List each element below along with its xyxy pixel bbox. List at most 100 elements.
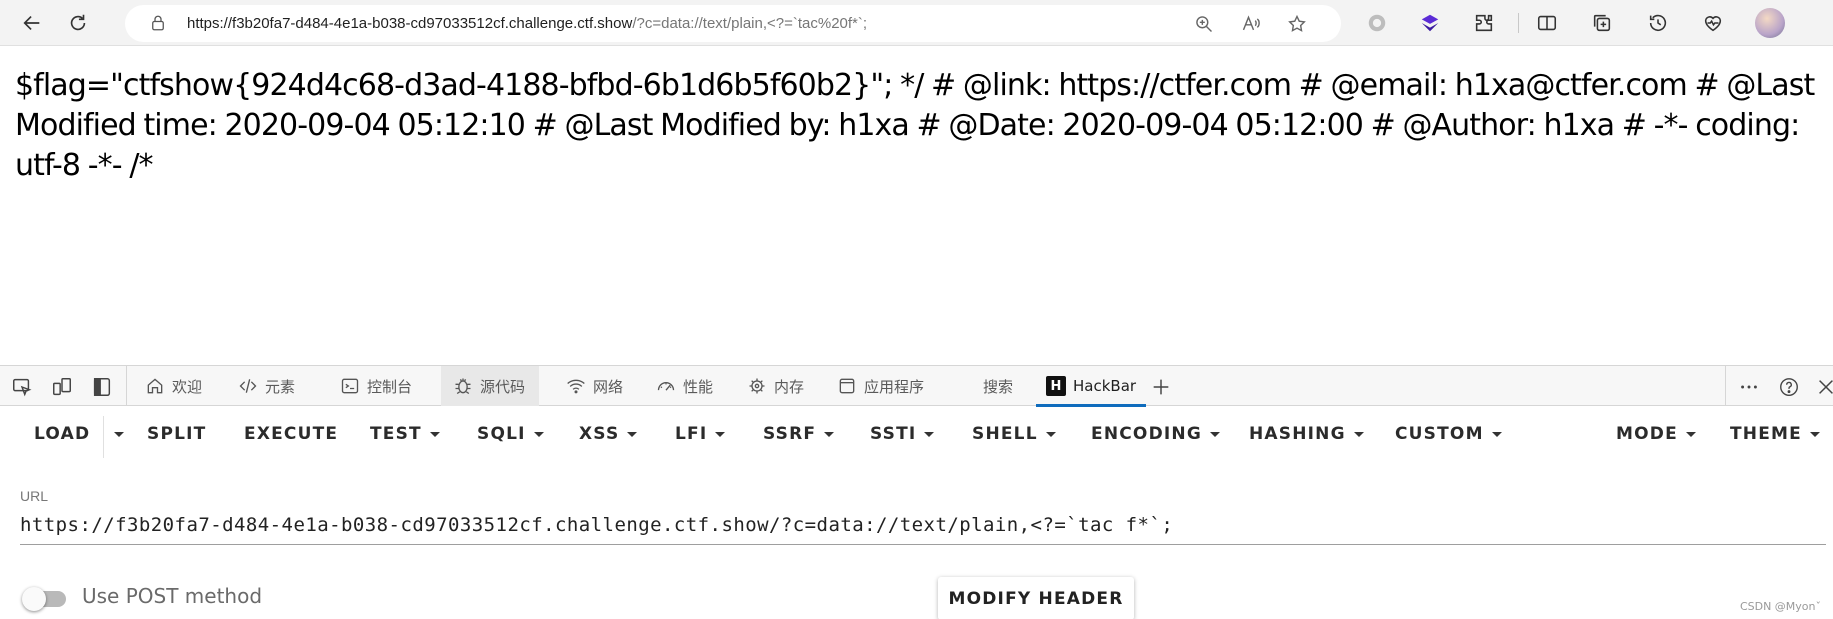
- url-field-label: URL: [20, 488, 49, 504]
- hashing-menu[interactable]: HASHING: [1249, 408, 1364, 460]
- shell-menu[interactable]: SHELL: [972, 408, 1056, 460]
- tab-welcome[interactable]: 欢迎: [145, 366, 202, 406]
- split-screen-icon[interactable]: [1535, 11, 1559, 35]
- tab-hackbar[interactable]: H HackBar: [1036, 366, 1147, 407]
- sqli-label: SQLI: [477, 424, 526, 444]
- tab-console[interactable]: 控制台: [340, 366, 412, 406]
- address-bar[interactable]: https://f3b20fa7-d484-4e1a-b038-cd970335…: [125, 5, 1341, 42]
- encoding-menu[interactable]: ENCODING: [1091, 408, 1220, 460]
- post-method-toggle[interactable]: [22, 587, 68, 611]
- close-icon[interactable]: [1815, 376, 1833, 398]
- caret-down-icon: [1210, 431, 1220, 437]
- more-options-icon[interactable]: [1738, 376, 1760, 398]
- encoding-label: ENCODING: [1091, 424, 1202, 444]
- memory-icon: [749, 378, 765, 394]
- refresh-button[interactable]: [62, 7, 94, 39]
- home-icon: [147, 378, 163, 394]
- sqli-menu[interactable]: SQLI: [477, 408, 544, 460]
- tab-application[interactable]: 应用程序: [837, 366, 924, 406]
- tab-label: 元素: [265, 377, 296, 396]
- caret-down-icon: [1685, 431, 1696, 437]
- tab-memory[interactable]: 内存: [747, 366, 804, 406]
- tab-label: 性能: [683, 377, 714, 396]
- health-heart-icon[interactable]: [1701, 11, 1725, 35]
- mode-menu[interactable]: MODE: [1616, 408, 1696, 460]
- load-button[interactable]: LOAD: [34, 408, 90, 460]
- watermark: CSDN @Myon⁠ˇ: [1739, 600, 1821, 613]
- add-tab-icon[interactable]: [1150, 376, 1172, 398]
- caret-down-icon: [533, 431, 544, 437]
- back-button[interactable]: [16, 7, 48, 39]
- tab-performance[interactable]: 性能: [656, 366, 713, 406]
- split-label: SPLIT: [147, 424, 207, 444]
- lfi-menu[interactable]: LFI: [675, 408, 726, 460]
- arrow-left-icon: [23, 15, 40, 31]
- caret-down-icon: [824, 431, 835, 437]
- inspect-icon[interactable]: [11, 376, 33, 398]
- url-field[interactable]: https://f3b20fa7-d484-4e1a-b038-cd970335…: [20, 514, 1173, 536]
- devtools-tab-strip: 欢迎 元素 控制台 源代码 网络 性能 内存 应用程序 搜索 H HackBar: [0, 366, 1833, 407]
- tab-search[interactable]: 搜索: [983, 366, 1013, 406]
- history-icon[interactable]: [1646, 11, 1670, 35]
- ssrf-label: SSRF: [763, 424, 817, 444]
- url-field-underline: [20, 544, 1826, 545]
- caret-down-icon: [114, 431, 124, 437]
- lfi-label: LFI: [675, 424, 708, 444]
- execute-button[interactable]: EXECUTE: [244, 408, 338, 460]
- collections-icon[interactable]: [1590, 11, 1614, 35]
- extension-purple-icon[interactable]: [1418, 11, 1442, 35]
- hackbar-menu: LOAD SPLIT EXECUTE TEST SQLI XSS LFI SSR…: [0, 408, 1833, 460]
- profile-avatar[interactable]: [1755, 8, 1785, 38]
- favorite-star-icon[interactable]: [1287, 14, 1307, 34]
- execute-label: EXECUTE: [244, 424, 339, 444]
- post-method-label: Use POST method: [82, 584, 263, 608]
- load-dropdown-button[interactable]: [106, 408, 124, 460]
- dock-side-icon[interactable]: [91, 376, 113, 398]
- tab-label: 内存: [774, 377, 805, 396]
- tab-label: HackBar: [1073, 377, 1137, 395]
- custom-menu[interactable]: CUSTOM: [1395, 408, 1502, 460]
- address-url[interactable]: https://f3b20fa7-d484-4e1a-b038-cd970335…: [187, 15, 867, 32]
- toolbar-separator: [1518, 13, 1519, 33]
- caret-down-icon: [1353, 431, 1364, 437]
- test-menu[interactable]: TEST: [370, 408, 440, 460]
- modify-header-label: MODIFY HEADER: [948, 588, 1124, 609]
- caret-down-icon: [924, 431, 935, 437]
- tab-label: 控制台: [367, 377, 413, 396]
- wifi-icon: [567, 379, 585, 394]
- help-icon[interactable]: [1778, 376, 1800, 398]
- tab-label: 应用程序: [864, 377, 925, 396]
- theme-menu[interactable]: THEME: [1730, 408, 1820, 460]
- split-button[interactable]: SPLIT: [147, 408, 206, 460]
- hashing-label: HASHING: [1249, 424, 1346, 444]
- load-split-separator: [103, 416, 104, 458]
- tab-label: 搜索: [983, 377, 1014, 396]
- read-aloud-icon[interactable]: [1241, 14, 1261, 34]
- modify-header-button[interactable]: MODIFY HEADER: [938, 577, 1134, 619]
- ssti-label: SSTI: [870, 424, 917, 444]
- extension-circle-icon[interactable]: [1365, 11, 1389, 35]
- caret-down-icon: [715, 431, 726, 437]
- ssrf-menu[interactable]: SSRF: [763, 408, 835, 460]
- device-emulation-icon[interactable]: [51, 376, 73, 398]
- xss-menu[interactable]: XSS: [579, 408, 638, 460]
- tab-elements[interactable]: 元素: [238, 366, 295, 406]
- zoom-icon[interactable]: [1194, 14, 1214, 34]
- lock-icon: [152, 15, 164, 31]
- extensions-puzzle-icon[interactable]: [1472, 11, 1496, 35]
- tab-network[interactable]: 网络: [566, 366, 623, 406]
- theme-label: THEME: [1730, 424, 1802, 444]
- ssti-menu[interactable]: SSTI: [870, 408, 935, 460]
- load-label: LOAD: [34, 424, 91, 444]
- tab-sources[interactable]: 源代码: [441, 366, 540, 406]
- page-output-text: $flag="ctfshow{924d4c68-d3ad-4188-bfbd-6…: [15, 68, 1815, 183]
- app-icon: [839, 378, 855, 394]
- caret-down-icon: [1045, 431, 1056, 437]
- toggle-knob: [22, 587, 46, 611]
- performance-icon: [657, 382, 675, 391]
- tab-strip-divider: [126, 366, 127, 406]
- caret-down-icon: [627, 431, 638, 437]
- caret-down-icon: [1491, 431, 1502, 437]
- shell-label: SHELL: [972, 424, 1038, 444]
- caret-down-icon: [429, 431, 440, 437]
